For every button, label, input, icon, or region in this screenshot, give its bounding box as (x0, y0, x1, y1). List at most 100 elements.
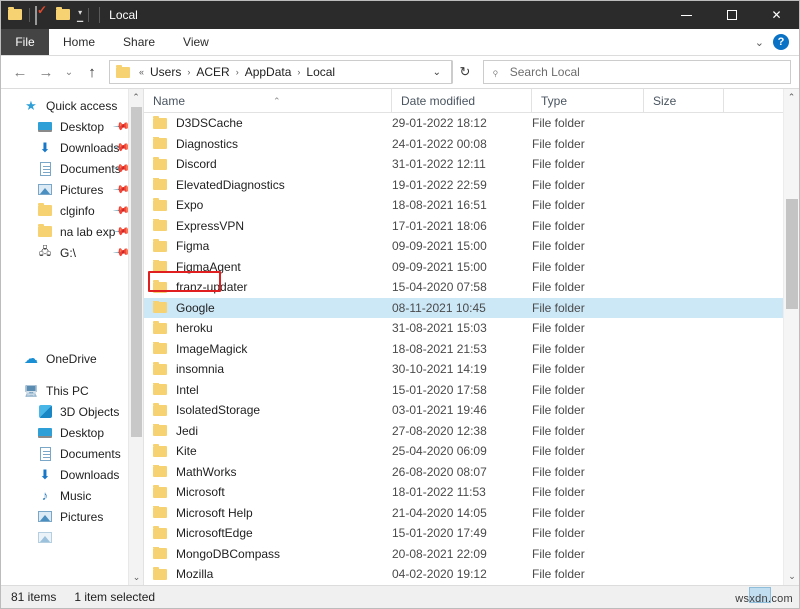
table-row[interactable]: D3DSCache29-01-2022 18:12File folder (144, 113, 783, 134)
table-row[interactable]: heroku31-08-2021 15:03File folder (144, 318, 783, 339)
column-header-type[interactable]: Type (532, 89, 644, 113)
table-row[interactable]: MicrosoftEdge15-01-2020 17:49File folder (144, 523, 783, 544)
cell-type: File folder (532, 137, 644, 151)
tab-share[interactable]: Share (109, 29, 169, 55)
chevron-up-icon[interactable]: ⌃ (129, 89, 143, 105)
breadcrumb-item-users[interactable]: Users (146, 63, 185, 81)
tab-view[interactable]: View (169, 29, 223, 55)
properties-icon[interactable] (35, 7, 51, 23)
sidebar-item-g-drive[interactable]: 🖧 G:\ 📌 (1, 242, 143, 263)
sidebar-item-quick-access[interactable]: ★ Quick access (1, 95, 143, 116)
search-input[interactable]: ⌕ Search Local (483, 60, 791, 84)
cell-date-modified: 31-08-2021 15:03 (392, 321, 532, 335)
sidebar-item-desktop[interactable]: Desktop 📌 (1, 116, 143, 137)
sidebar-item-pc-pictures[interactable]: Pictures (1, 506, 143, 527)
file-name: IsolatedStorage (176, 403, 260, 417)
table-row[interactable]: Diagnostics24-01-2022 00:08File folder (144, 134, 783, 155)
new-folder-icon[interactable] (56, 7, 72, 23)
table-row[interactable]: ExpressVPN17-01-2021 18:06File folder (144, 216, 783, 237)
customize-qat-icon[interactable]: ▾▁ (77, 9, 83, 22)
chevron-down-icon[interactable]: ⌄ (784, 568, 799, 585)
table-row[interactable]: ElevatedDiagnostics19-01-2022 22:59File … (144, 175, 783, 196)
table-row[interactable]: franz-updater15-04-2020 07:58File folder (144, 277, 783, 298)
refresh-icon[interactable]: ↻ (452, 60, 478, 84)
chevron-down-icon[interactable]: ⌄ (129, 569, 143, 585)
folder-icon (153, 466, 167, 477)
up-arrow-icon[interactable]: ↑ (79, 59, 105, 85)
table-row[interactable]: Jedi27-08-2020 12:38File folder (144, 421, 783, 442)
breadcrumb-item-local[interactable]: Local (302, 63, 339, 81)
sidebar-item-pictures[interactable]: Pictures 📌 (1, 179, 143, 200)
cell-type: File folder (532, 465, 644, 479)
sidebar-item-partial[interactable] (1, 527, 143, 548)
chevron-up-icon[interactable]: ⌃ (784, 89, 799, 106)
close-icon[interactable]: ✕ (754, 1, 799, 29)
sidebar-item-onedrive[interactable]: ☁ OneDrive (1, 348, 143, 369)
documents-icon (37, 446, 53, 462)
explorer-icon[interactable] (8, 7, 24, 23)
cell-date-modified: 15-01-2020 17:49 (392, 526, 532, 540)
cell-type: File folder (532, 567, 644, 581)
sidebar-scrollbar[interactable]: ⌃ ⌄ (128, 89, 143, 585)
cell-name: ExpressVPN (144, 219, 392, 233)
tab-home[interactable]: Home (49, 29, 109, 55)
cell-name: Diagnostics (144, 137, 392, 151)
maximize-icon[interactable] (709, 1, 754, 29)
table-row[interactable]: Discord31-01-2022 12:11File folder (144, 154, 783, 175)
table-row[interactable]: Mozilla04-02-2020 19:12File folder (144, 564, 783, 585)
breadcrumb-item-appdata[interactable]: AppData (241, 63, 296, 81)
breadcrumb[interactable]: « Users › ACER › AppData › Local ⌄ (109, 60, 452, 84)
file-name: MongoDBCompass (176, 547, 280, 561)
file-list-scrollbar-thumb[interactable] (786, 199, 798, 309)
sidebar-item-pc-documents[interactable]: Documents (1, 443, 143, 464)
table-row[interactable]: IsolatedStorage03-01-2021 19:46File fold… (144, 400, 783, 421)
breadcrumb-item-acer[interactable]: ACER (192, 63, 233, 81)
sidebar-item-label: OneDrive (46, 352, 97, 366)
table-row[interactable]: FigmaAgent09-09-2021 15:00File folder (144, 257, 783, 278)
sidebar-item-pc-music[interactable]: ♪ Music (1, 485, 143, 506)
sidebar-item-this-pc[interactable]: 🖥 This PC (1, 380, 143, 401)
column-header-name[interactable]: Name ⌃ (144, 89, 392, 113)
breadcrumb-overflow[interactable]: « (137, 67, 146, 77)
table-row[interactable]: MongoDBCompass20-08-2021 22:09File folde… (144, 544, 783, 565)
file-name: Discord (176, 157, 217, 171)
tab-file[interactable]: File (1, 29, 49, 55)
sidebar-item-label: Quick access (46, 99, 117, 113)
chevron-down-icon[interactable]: ⌄ (425, 67, 449, 78)
sidebar-item-label: clginfo (60, 204, 95, 218)
qat-divider (29, 8, 30, 22)
table-row[interactable]: Microsoft18-01-2022 11:53File folder (144, 482, 783, 503)
sidebar-item-pc-downloads[interactable]: ⬇ Downloads (1, 464, 143, 485)
table-row[interactable]: MathWorks26-08-2020 08:07File folder (144, 462, 783, 483)
breadcrumb-separator: › (234, 67, 241, 77)
sidebar-item-clginfo[interactable]: clginfo 📌 (1, 200, 143, 221)
table-row[interactable]: ImageMagick18-08-2021 21:53File folder (144, 339, 783, 360)
cell-type: File folder (532, 260, 644, 274)
sidebar-item-downloads[interactable]: ⬇ Downloads 📌 (1, 137, 143, 158)
expand-ribbon-icon[interactable]: ⌄ (755, 36, 764, 49)
cell-name: MongoDBCompass (144, 547, 392, 561)
column-header-size[interactable]: Size (644, 89, 724, 113)
file-name: ExpressVPN (176, 219, 244, 233)
file-list-scrollbar[interactable]: ⌃ ⌄ (783, 89, 799, 585)
back-arrow-icon[interactable]: ← (7, 59, 33, 85)
forward-arrow-icon[interactable]: → (33, 59, 59, 85)
sidebar-item-na-lab-exp[interactable]: na lab exp 📌 (1, 221, 143, 242)
sidebar-scrollbar-thumb[interactable] (131, 107, 142, 437)
table-row[interactable]: insomnia30-10-2021 14:19File folder (144, 359, 783, 380)
sidebar-item-pc-desktop[interactable]: Desktop (1, 422, 143, 443)
table-row[interactable]: Figma09-09-2021 15:00File folder (144, 236, 783, 257)
table-row[interactable]: Kite25-04-2020 06:09File folder (144, 441, 783, 462)
column-header-date-modified[interactable]: Date modified (392, 89, 532, 113)
help-icon[interactable]: ? (773, 34, 789, 50)
search-placeholder: Search Local (510, 65, 580, 79)
table-row[interactable]: Microsoft Help21-04-2020 14:05File folde… (144, 503, 783, 524)
cell-date-modified: 18-08-2021 21:53 (392, 342, 532, 356)
minimize-icon[interactable] (664, 1, 709, 29)
sidebar-item-3d-objects[interactable]: 3D Objects (1, 401, 143, 422)
table-row[interactable]: Google08-11-2021 10:45File folder (144, 298, 783, 319)
table-row[interactable]: Expo18-08-2021 16:51File folder (144, 195, 783, 216)
table-row[interactable]: Intel15-01-2020 17:58File folder (144, 380, 783, 401)
sidebar-item-documents[interactable]: Documents 📌 (1, 158, 143, 179)
recent-locations-icon[interactable]: ⌄ (59, 59, 79, 85)
